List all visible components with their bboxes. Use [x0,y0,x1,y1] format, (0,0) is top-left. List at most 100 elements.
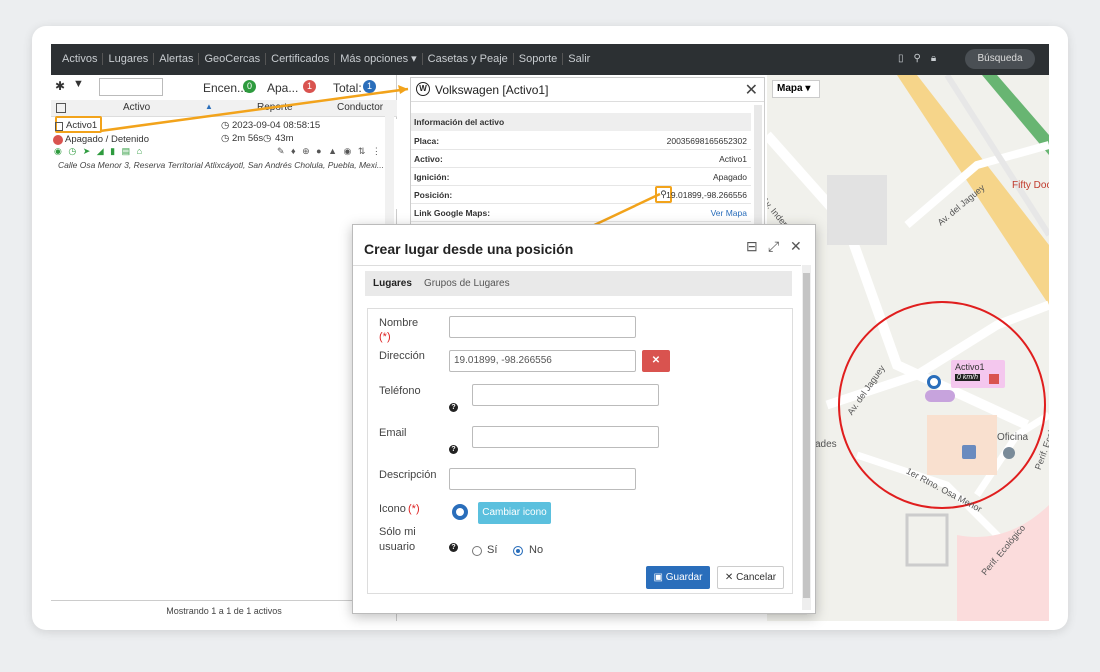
clock-icon: ◷ [221,133,230,144]
office-pin-icon [1003,447,1015,459]
info-section-title: Información del activo [411,113,751,131]
descripcion-label: Descripción [379,469,437,481]
info-row-maps: Link Google Maps: Ver Mapa [411,204,751,222]
col-activo[interactable]: Activo [123,102,150,113]
asset-checkbox[interactable] [55,122,63,131]
nav-mas-opciones[interactable]: Más opciones ▾ [335,53,423,65]
icono-label: Icono [379,503,406,515]
poi-label: Oficina [997,432,1029,443]
email-input[interactable] [472,426,659,448]
panel-footer: Mostrando 1 a 1 de 1 activos [51,600,397,620]
filter-input[interactable] [99,78,163,96]
guardar-button[interactable]: ▣ Guardar [646,566,710,589]
info-scrollbar[interactable] [754,105,762,235]
nav-activos[interactable]: Activos [57,53,104,65]
status-icons-row: ◉ ◷ ➤ ◢ ▮ ▤ ⌂ [54,146,145,156]
duration-2: 43m [275,133,294,144]
action-icons-row[interactable]: ✎ ♦ ⊕ ● ▲ ◉ ⇅ ⋮ [277,146,383,157]
sort-asc-icon[interactable]: ▲ [205,102,213,111]
close-icon: ✕ [724,572,737,583]
power-off-icon [53,135,63,145]
report-time: 2023-09-04 08:58:15 [232,120,321,131]
cambiar-icono-button[interactable]: Cambiar icono [478,502,551,524]
asset-place-icon [927,375,941,389]
map-type-dropdown[interactable]: Mapa ▾ [772,80,820,98]
close-icon[interactable]: ✕ [790,238,802,255]
clock-icon: ◷ [263,133,272,144]
nombre-label: Nombre [379,317,419,329]
assets-header: ✱ ▼ Encen... 0 Apa... 1 Total: 1 [51,75,397,99]
dialog-divider [353,265,801,266]
lock-icon[interactable]: 🔒︎ [931,53,936,64]
descripcion-input[interactable] [449,468,636,490]
nav-lugares[interactable]: Lugares [103,53,155,65]
power-icon [989,374,999,384]
asset-row[interactable]: Activo1 Apagado / Detenido ◷ 2023-09-04 … [51,116,397,209]
telefono-input[interactable] [472,384,659,406]
radio-si[interactable] [472,546,482,556]
radio-no[interactable] [513,546,523,556]
place-icon [452,504,468,520]
asset-label[interactable]: Activo1 0 km/h [951,360,1005,388]
nav-salir[interactable]: Salir [563,53,595,65]
create-place-dialog: Crear lugar desde una posición ⊟ ⤢ ✕ Lug… [352,224,816,614]
help-icon[interactable]: ? [449,403,458,412]
encendidos-badge: 0 [243,80,256,93]
asset-address: Calle Osa Menor 3, Reserva Territorial A… [58,160,384,170]
nav-alertas[interactable]: Alertas [154,53,200,65]
dialog-scrollbar[interactable] [802,265,811,610]
minimize-icon[interactable]: ⊟ [746,238,758,255]
select-all-checkbox[interactable] [56,103,66,113]
vw-logo-icon: W [416,82,430,96]
dialog-highlight-arrow-target [555,251,556,252]
tab-lugares[interactable]: Lugares [373,278,412,289]
info-row-posicion: Posición: ⚲ 19.01899,-98.266556 [411,186,751,204]
car-icon[interactable] [925,390,955,402]
apagados-label[interactable]: Apa... [267,81,298,95]
asset-info-panel: W Volkswagen [Activo1] ✕ Información del… [410,77,765,237]
si-label: Sí [487,544,498,556]
filter-icon[interactable]: ▼ [73,78,84,90]
nav-soporte[interactable]: Soporte [514,53,564,65]
nombre-input[interactable] [449,316,636,338]
email-label: Email [379,427,407,439]
col-conductor[interactable]: Conductor [337,102,383,113]
nav-certificados[interactable]: Certificados [266,53,336,65]
total-label[interactable]: Total: [333,81,362,95]
required-marker: (*) [408,503,420,515]
apagados-badge: 1 [303,80,316,93]
nav-geocercas[interactable]: GeoCercas [199,53,267,65]
search-button[interactable]: Búsqueda [965,49,1035,69]
poi-label: ades [815,439,837,450]
no-label: No [529,544,544,556]
info-row-ignicion: Ignición: Apagado [411,168,751,186]
direccion-input[interactable]: 19.01899, -98.266556 [449,350,636,372]
tab-grupos-lugares[interactable]: Grupos de Lugares [424,278,510,289]
close-icon[interactable]: ✕ [745,80,758,100]
mobile-icon[interactable]: ▯ [898,53,904,64]
gear-icon[interactable]: ✱ [55,79,65,93]
clear-direccion-button[interactable]: ✕ [642,350,670,372]
encendidos-label[interactable]: Encen... [203,81,247,95]
dialog-tabs: Lugares Grupos de Lugares [365,271,792,296]
asset-name[interactable]: Activo1 [66,120,97,131]
asset-map-name: Activo1 [955,362,985,372]
help-icon[interactable]: ? [449,543,458,552]
building-icon [962,445,976,459]
table-header: Activo ▲ Reporte Conductor [51,100,397,117]
main-nav: Activos Lugares Alertas GeoCercas Certif… [57,53,595,65]
search-icon[interactable]: ⚲ [914,53,921,64]
cancelar-button[interactable]: ✕ Cancelar [717,566,784,589]
app-window: Activos Lugares Alertas GeoCercas Certif… [32,26,1068,630]
nav-casetas[interactable]: Casetas y Peaje [423,53,514,65]
scroll-thumb[interactable] [803,273,810,598]
place-form: Nombre (*) Dirección 19.01899, -98.26655… [367,308,793,594]
required-marker: (*) [379,331,391,343]
help-icon[interactable]: ? [449,445,458,454]
top-navbar: Activos Lugares Alertas GeoCercas Certif… [51,44,1049,75]
duration-1: 2m 56s [232,133,264,144]
solo-usuario-label: Sólo mi usuario [379,526,416,553]
col-reporte[interactable]: Reporte [257,102,293,113]
asset-speed: 0 km/h [955,374,981,381]
expand-icon[interactable]: ⤢ [768,238,779,255]
